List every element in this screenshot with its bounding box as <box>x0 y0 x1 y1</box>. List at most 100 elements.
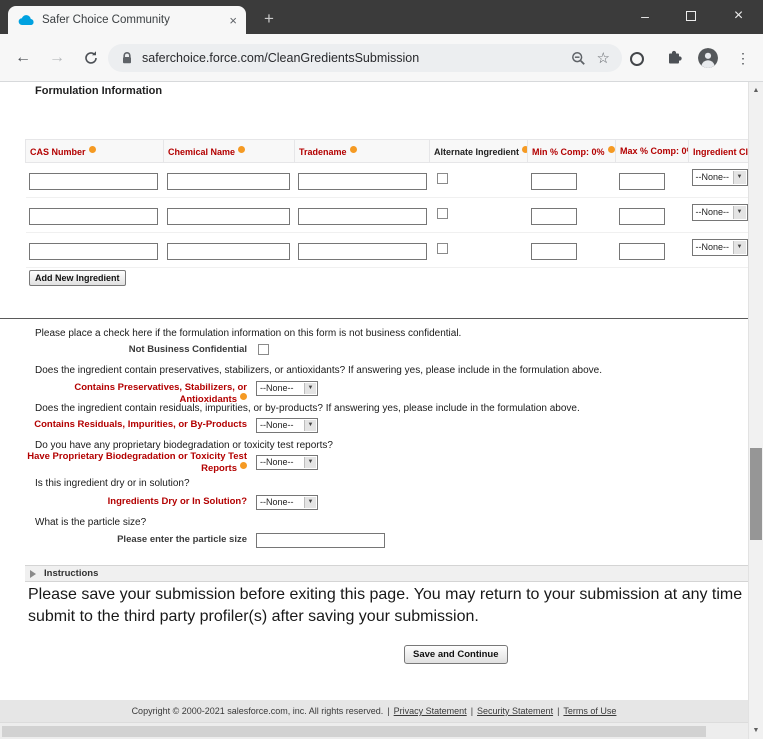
max-comp-input[interactable] <box>619 208 665 225</box>
tradename-input[interactable] <box>298 243 427 260</box>
extension-circle-icon[interactable] <box>630 52 644 66</box>
chemical-name-input[interactable] <box>167 173 290 190</box>
privacy-statement-link[interactable]: Privacy Statement <box>394 706 467 716</box>
instructions-line-2: submit to the third party profiler(s) af… <box>28 606 747 628</box>
lock-icon[interactable] <box>121 51 133 65</box>
ingredient-class-select[interactable]: --None--▼ <box>692 169 748 186</box>
cas-number-input[interactable] <box>29 243 158 260</box>
tradename-input[interactable] <box>298 173 427 190</box>
min-comp-input[interactable] <box>531 173 577 190</box>
page-content: Formulation Information CAS Number Chemi… <box>0 82 748 722</box>
copyright-text: Copyright © 2000-2021 salesforce.com, in… <box>132 706 384 716</box>
tradename-input[interactable] <box>298 208 427 225</box>
minimize-icon: – <box>641 8 649 24</box>
forward-arrow-icon: → <box>49 49 65 66</box>
extensions-puzzle-icon[interactable] <box>666 49 683 71</box>
min-comp-input[interactable] <box>531 208 577 225</box>
alternate-ingredient-checkbox[interactable] <box>437 243 448 254</box>
help-icon[interactable] <box>238 146 245 153</box>
cas-number-input[interactable] <box>29 208 158 225</box>
instructions-section-header[interactable]: Instructions <box>25 565 748 582</box>
save-and-continue-button[interactable]: Save and Continue <box>404 645 508 664</box>
bookmark-star-icon[interactable]: ☆ <box>597 51 610 66</box>
help-icon[interactable] <box>240 393 247 400</box>
dropdown-arrow-icon: ▼ <box>733 241 746 254</box>
instructions-line-1: Please save your submission before exiti… <box>28 584 747 606</box>
particle-size-input[interactable] <box>256 533 385 548</box>
column-header-alternate-ingredient: Alternate Ingredient <box>430 140 528 163</box>
alternate-ingredient-checkbox[interactable] <box>437 173 448 184</box>
ingredient-table: CAS Number Chemical Name Tradename Alter… <box>25 139 748 268</box>
dry-or-solution-label: Ingredients Dry or In Solution? <box>25 496 247 507</box>
menu-kebab-icon[interactable]: ⋮ <box>733 47 753 69</box>
scroll-up-button[interactable]: ▲ <box>749 82 763 99</box>
plus-icon: + <box>264 9 274 28</box>
browser-window: Safer Choice Community × + – × ← → safer… <box>0 0 763 739</box>
close-icon: × <box>734 7 743 24</box>
help-icon[interactable] <box>608 146 615 153</box>
max-comp-input[interactable] <box>619 173 665 190</box>
url-text[interactable]: saferchoice.force.com/CleanGredientsSubm… <box>142 51 571 65</box>
alternate-ingredient-checkbox[interactable] <box>437 208 448 219</box>
contains-residuals-select[interactable]: --None--▼ <box>256 418 318 433</box>
profile-avatar[interactable] <box>698 48 718 68</box>
maximize-button[interactable] <box>668 0 714 34</box>
browser-toolbar: ← → saferchoice.force.com/CleanGredients… <box>0 34 763 82</box>
reload-button[interactable] <box>78 45 104 71</box>
column-header-tradename: Tradename <box>295 140 430 163</box>
disclosure-arrow-icon <box>30 570 36 578</box>
chemical-name-input[interactable] <box>167 243 290 260</box>
dropdown-arrow-icon: ▼ <box>304 383 316 394</box>
cas-number-input[interactable] <box>29 173 158 190</box>
contains-preservatives-select[interactable]: --None--▼ <box>256 381 318 396</box>
address-bar[interactable]: saferchoice.force.com/CleanGredientsSubm… <box>108 44 622 72</box>
help-icon[interactable] <box>350 146 357 153</box>
chemical-name-input[interactable] <box>167 208 290 225</box>
particle-size-question: What is the particle size? <box>35 517 146 528</box>
contains-preservatives-label: Contains Preservatives, Stabilizers, or … <box>25 382 247 405</box>
not-business-confidential-checkbox[interactable] <box>258 344 269 355</box>
close-button[interactable]: × <box>714 0 763 34</box>
dropdown-arrow-icon: ▼ <box>733 171 746 184</box>
section-divider <box>0 318 748 319</box>
vertical-scrollbar[interactable]: ▲ ▼ <box>748 82 763 739</box>
new-tab-button[interactable]: + <box>256 8 282 32</box>
ingredient-class-select[interactable]: --None--▼ <box>692 239 748 256</box>
footer-separator: | <box>557 706 559 716</box>
table-header-row: CAS Number Chemical Name Tradename Alter… <box>26 140 749 163</box>
tab-close-icon[interactable]: × <box>226 13 240 28</box>
browser-tab[interactable]: Safer Choice Community × <box>8 6 246 34</box>
min-comp-input[interactable] <box>531 243 577 260</box>
horizontal-scrollbar[interactable] <box>0 722 748 739</box>
max-comp-input[interactable] <box>619 243 665 260</box>
footer-separator: | <box>471 706 473 716</box>
ingredient-row: --None--▼ <box>26 198 749 233</box>
ingredient-class-select[interactable]: --None--▼ <box>692 204 748 221</box>
ingredient-table-wrap: CAS Number Chemical Name Tradename Alter… <box>25 139 748 268</box>
scroll-down-button[interactable]: ▼ <box>749 722 763 739</box>
confidential-question: Please place a check here if the formula… <box>35 328 461 339</box>
dropdown-arrow-icon: ▼ <box>304 420 316 431</box>
back-arrow-icon: ← <box>15 49 31 66</box>
particle-size-label: Please enter the particle size <box>25 534 247 545</box>
minimize-button[interactable]: – <box>622 0 668 34</box>
instructions-text: Please save your submission before exiti… <box>28 584 747 628</box>
ingredient-row: --None--▼ <box>26 163 749 198</box>
vertical-scrollbar-thumb[interactable] <box>750 448 762 540</box>
column-header-chemical-name: Chemical Name <box>164 140 295 163</box>
add-new-ingredient-button[interactable]: Add New Ingredient <box>29 270 126 286</box>
horizontal-scrollbar-thumb[interactable] <box>2 726 706 737</box>
zoom-indicator-icon[interactable] <box>571 51 586 66</box>
contains-residuals-label: Contains Residuals, Impurities, or By-Pr… <box>25 419 247 430</box>
dropdown-arrow-icon: ▼ <box>304 497 316 508</box>
terms-of-use-link[interactable]: Terms of Use <box>563 706 616 716</box>
dry-or-solution-select[interactable]: --None--▼ <box>256 495 318 510</box>
help-icon[interactable] <box>89 146 96 153</box>
back-button[interactable]: ← <box>10 45 36 71</box>
help-icon[interactable] <box>240 462 247 469</box>
forward-button[interactable]: → <box>44 45 70 71</box>
maximize-icon <box>686 11 696 21</box>
help-icon[interactable] <box>522 146 527 153</box>
proprietary-reports-select[interactable]: --None--▼ <box>256 455 318 470</box>
security-statement-link[interactable]: Security Statement <box>477 706 553 716</box>
